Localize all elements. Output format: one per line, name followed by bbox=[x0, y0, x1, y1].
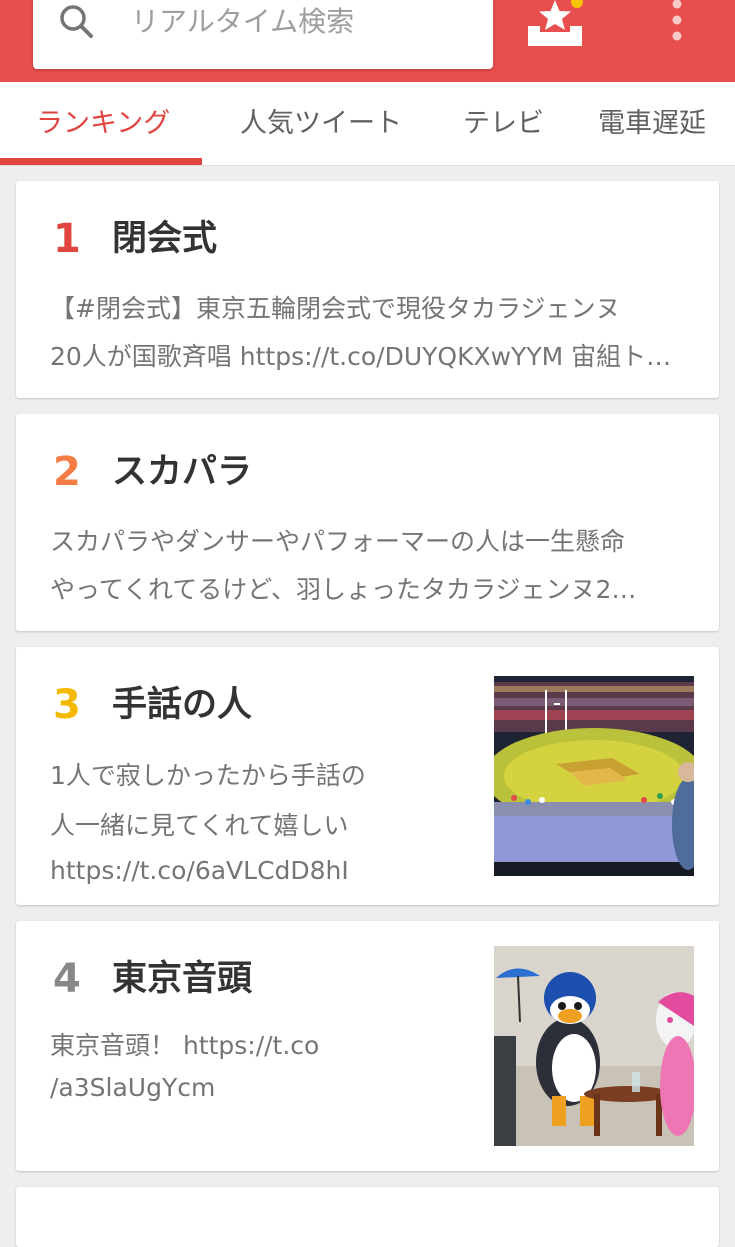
tab-popular-tweets[interactable]: 人気ツイート bbox=[240, 82, 402, 166]
search-icon bbox=[60, 5, 93, 38]
thumbnail-image[interactable] bbox=[494, 676, 694, 876]
ranking-card-3[interactable]: 3 手話の人 1人で寂しかったから手話の 人一緒に見てくれて嬉しい https:… bbox=[16, 647, 719, 905]
app-header: リアルタイム検索 bbox=[0, 0, 735, 82]
search-input[interactable]: リアルタイム検索 bbox=[33, 0, 493, 69]
tab-tv[interactable]: テレビ bbox=[463, 82, 544, 166]
description-line: https://t.co/6aVLCdD8hI bbox=[50, 856, 349, 885]
trend-description: 東京音頭！ https://t.co /a3SlaUgYcm bbox=[50, 1025, 400, 1115]
ranking-card-1[interactable]: 1 閉会式 【#閉会式】東京五輪閉会式で現役タカラジェンヌ 20人が国歌斉唱 h… bbox=[16, 181, 719, 398]
description-line: やってくれてるけど、羽しょったタカラジェンヌ2… bbox=[50, 575, 637, 604]
ranking-card-4[interactable]: 4 東京音頭 東京音頭！ https://t.co /a3SlaUgYcm bbox=[16, 921, 719, 1171]
ranking-card-5[interactable] bbox=[16, 1187, 719, 1247]
rank-number: 2 bbox=[53, 449, 81, 495]
rank-number: 1 bbox=[53, 216, 81, 262]
trend-title: 閉会式 bbox=[112, 219, 218, 259]
description-line: 人一緒に見てくれて嬉しい bbox=[50, 811, 349, 840]
trend-description: スカパラやダンサーやパフォーマーの人は一生懸命 やってくれてるけど、羽しょったタ… bbox=[50, 518, 690, 614]
active-tab-indicator bbox=[0, 158, 202, 165]
description-line: 東京音頭！ https://t.co bbox=[50, 1031, 320, 1060]
tab-bar: ランキング 人気ツイート テレビ 電車遅延 bbox=[0, 82, 735, 166]
ranking-card-2[interactable]: 2 スカパラ スカパラやダンサーやパフォーマーの人は一生懸命 やってくれてるけど… bbox=[16, 414, 719, 631]
trend-title: スカパラ bbox=[112, 452, 253, 492]
favorites-star-icon[interactable] bbox=[522, 0, 588, 52]
trend-title: 手話の人 bbox=[112, 685, 253, 725]
trend-description: 1人で寂しかったから手話の 人一緒に見てくれて嬉しい https://t.co/… bbox=[50, 751, 400, 901]
trend-description: 【#閉会式】東京五輪閉会式で現役タカラジェンヌ 20人が国歌斉唱 https:/… bbox=[50, 285, 690, 381]
more-vert-icon[interactable] bbox=[660, 0, 694, 50]
description-line: /a3SlaUgYcm bbox=[50, 1073, 216, 1102]
rank-number: 4 bbox=[53, 956, 81, 1002]
description-line: 20人が国歌斉唱 https://t.co/DUYQKXwYYM 宙組ト… bbox=[50, 342, 672, 371]
description-line: 1人で寂しかったから手話の bbox=[50, 761, 366, 790]
thumbnail-image[interactable] bbox=[494, 946, 694, 1146]
tab-train-delay[interactable]: 電車遅延 bbox=[598, 82, 706, 166]
description-line: 【#閉会式】東京五輪閉会式で現役タカラジェンヌ bbox=[50, 294, 621, 323]
rank-number: 3 bbox=[53, 682, 81, 728]
tab-ranking[interactable]: ランキング bbox=[36, 82, 170, 166]
description-line: スカパラやダンサーやパフォーマーの人は一生懸命 bbox=[50, 527, 626, 556]
trend-title: 東京音頭 bbox=[112, 959, 253, 999]
search-placeholder: リアルタイム検索 bbox=[131, 5, 355, 38]
